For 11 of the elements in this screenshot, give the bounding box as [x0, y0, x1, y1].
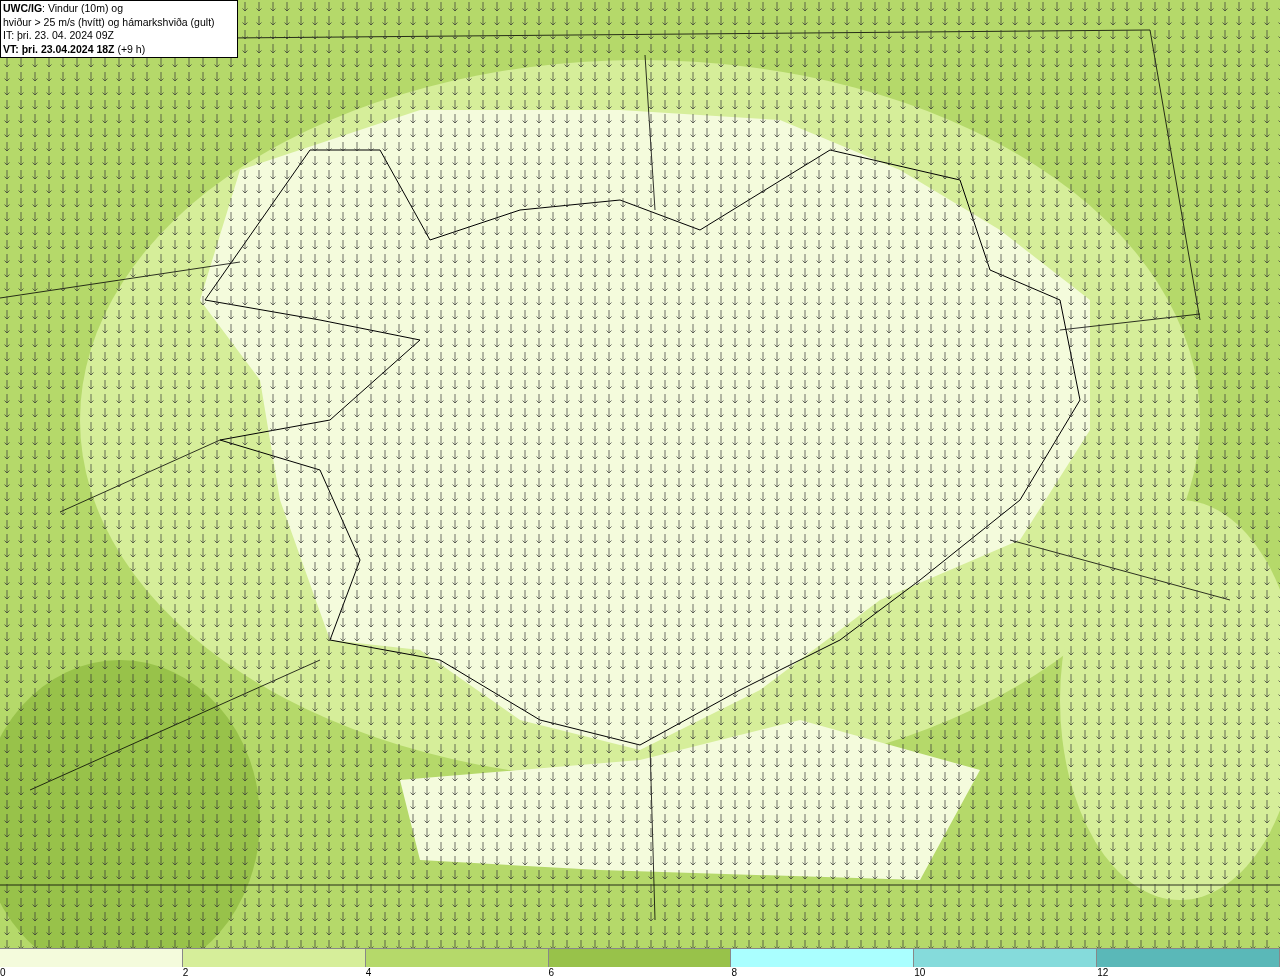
legend-tick-label: 6 — [548, 967, 555, 978]
title-line: UWC/IG: Vindur (10m) og — [3, 2, 124, 16]
legend-tick-label: 8 — [731, 967, 737, 978]
legend-tick-label: 10 — [914, 967, 926, 978]
legend-tick-label: 2 — [182, 967, 189, 978]
legend-tick-label: 4 — [365, 967, 372, 978]
title-line: IT: þri. 23. 04. 2024 09Z — [3, 29, 115, 43]
title-line: hviður > 25 m/s (hvítt) og hámarkshviða (gult) — [3, 15, 216, 29]
legend-tick-label: 12 — [1097, 967, 1109, 978]
title-line: VT: þri. 23.04.2024 18Z (+9 h) — [3, 42, 147, 56]
legend-tick-label: 0 — [0, 967, 6, 978]
